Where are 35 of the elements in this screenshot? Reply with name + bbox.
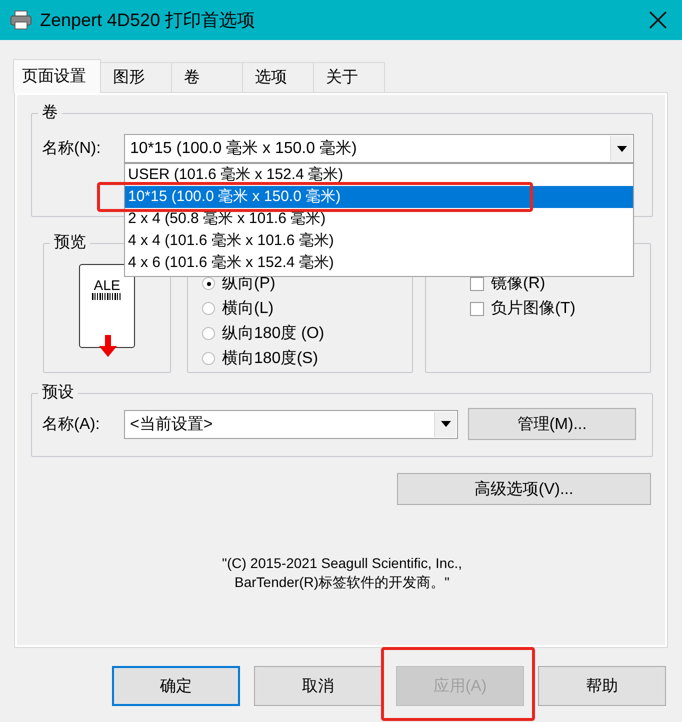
dialog-button[interactable]: 取消 bbox=[254, 666, 382, 706]
radio-label: 纵向180度 (O) bbox=[222, 324, 324, 344]
dropdown-arrow-icon[interactable] bbox=[440, 421, 450, 427]
copyright-text: "(C) 2015-2021 Seagull Scientific, Inc., bbox=[222, 554, 462, 573]
dropdown-option[interactable]: 2 x 4 (50.8 毫米 x 101.6 毫米) bbox=[125, 208, 633, 230]
dropdown-option[interactable]: 4 x 6 (101.6 毫米 x 152.4 毫米) bbox=[125, 252, 633, 274]
checkbox[interactable] bbox=[470, 302, 484, 316]
dialog-button[interactable]: 帮助 bbox=[538, 666, 666, 706]
dropdown-option[interactable]: USER (101.6 毫米 x 152.4 毫米) bbox=[125, 164, 633, 186]
manage-button[interactable]: 管理(M)... bbox=[468, 408, 636, 440]
dropdown-option[interactable]: 4 x 4 (101.6 毫米 x 101.6 毫米) bbox=[125, 230, 633, 252]
preview-text: ALE bbox=[94, 277, 120, 293]
printer-icon bbox=[10, 10, 32, 30]
checkbox-label: 负片图像(T) bbox=[491, 298, 576, 319]
radio-button[interactable] bbox=[202, 327, 215, 340]
radio-label: 横向(L) bbox=[222, 298, 274, 319]
copyright-text: BarTender(R)标签软件的开发商。" bbox=[234, 573, 450, 592]
radio-button[interactable] bbox=[202, 352, 215, 365]
field-label: 名称(A): bbox=[42, 414, 101, 434]
advanced-options-button[interactable]: 高级选项(V)... bbox=[397, 473, 651, 505]
dropdown-arrow-icon[interactable] bbox=[616, 146, 626, 152]
field-label: 名称(N): bbox=[42, 139, 102, 159]
tab[interactable]: 关于 bbox=[313, 62, 385, 92]
radio-button[interactable] bbox=[202, 302, 215, 315]
window-title: Zenpert 4D520 打印首选项 bbox=[40, 9, 256, 32]
radio-label: 横向180度(S) bbox=[222, 348, 318, 369]
radio-button[interactable] bbox=[202, 277, 215, 290]
checkbox[interactable] bbox=[470, 276, 484, 290]
dropdown-option[interactable]: 10*15 (100.0 毫米 x 150.0 毫米) bbox=[125, 186, 633, 208]
barcode-icon bbox=[92, 293, 122, 300]
dialog-button[interactable]: 确定 bbox=[112, 666, 240, 706]
tab[interactable]: 页面设置 bbox=[13, 59, 101, 93]
down-arrow-icon bbox=[98, 335, 118, 357]
close-icon[interactable] bbox=[648, 10, 668, 30]
preset-name-dropdown[interactable]: <当前设置> bbox=[124, 410, 458, 438]
